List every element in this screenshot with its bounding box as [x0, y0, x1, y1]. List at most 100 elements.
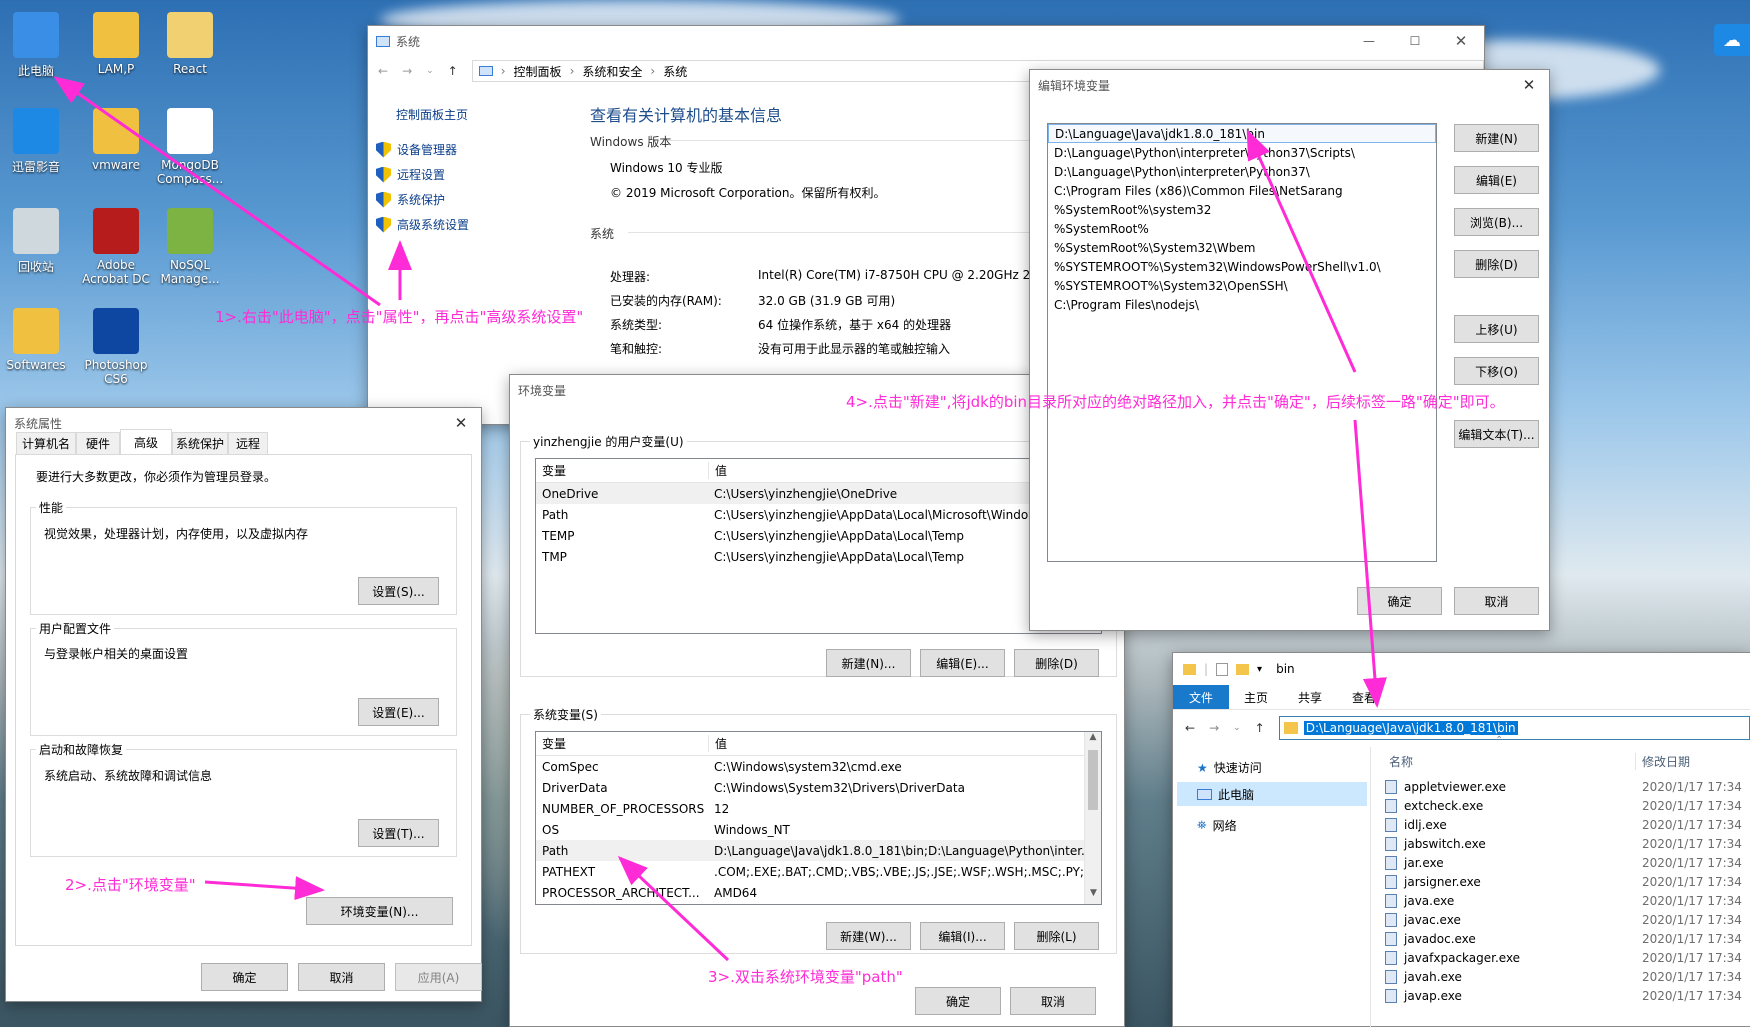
- new-entry-button[interactable]: 新建(N): [1454, 124, 1539, 152]
- file-row[interactable]: jarsigner.exe 2020/1/17 17:34: [1385, 872, 1750, 891]
- table-row[interactable]: OneDrive C:\Users\yinzhengjie\OneDrive: [536, 483, 1101, 504]
- ribbon-tab-home[interactable]: 主页: [1229, 689, 1283, 706]
- path-entry[interactable]: D:\Language\Python\interpreter\Python37\: [1048, 162, 1436, 181]
- desktop-icon[interactable]: 此电脑: [0, 12, 76, 79]
- desktop-icon[interactable]: LAM,P: [76, 12, 156, 76]
- ribbon-tab-view[interactable]: 查看: [1337, 689, 1391, 706]
- file-row[interactable]: javap.exe 2020/1/17 17:34: [1385, 986, 1750, 1005]
- system-vars-table[interactable]: 变量 值 ComSpec C:\Windows\system32\cmd.exe D…: [535, 731, 1102, 905]
- table-row[interactable]: Path C:\Users\yinzhengjie\AppData\Local\M…: [536, 504, 1101, 525]
- move-down-button[interactable]: 下移(O): [1454, 357, 1539, 385]
- address-text[interactable]: D:\Language\Java\jdk1.8.0_181\bin: [1303, 720, 1518, 735]
- chevron-down-icon[interactable]: ⌄: [426, 66, 434, 76]
- close-icon[interactable]: ✕: [1438, 32, 1484, 50]
- path-entry[interactable]: %SystemRoot%: [1048, 219, 1436, 238]
- path-entry[interactable]: D:\Language\Java\jdk1.8.0_181\bin: [1048, 124, 1436, 143]
- file-row[interactable]: idlj.exe 2020/1/17 17:34: [1385, 815, 1750, 834]
- user-new-button[interactable]: 新建(N)...: [826, 649, 911, 677]
- side-link[interactable]: 远程设置: [376, 166, 445, 183]
- path-entry[interactable]: %SystemRoot%\system32: [1048, 200, 1436, 219]
- path-entry[interactable]: C:\Program Files\nodejs\: [1048, 295, 1436, 314]
- scroll-up-icon[interactable]: ▲: [1085, 732, 1101, 748]
- close-icon[interactable]: ✕: [1509, 76, 1549, 94]
- properties-icon[interactable]: [1216, 662, 1229, 676]
- user-delete-button[interactable]: 删除(D): [1014, 649, 1099, 677]
- scroll-thumb[interactable]: [1088, 750, 1098, 810]
- nav-item-this-pc[interactable]: 此电脑: [1177, 782, 1367, 806]
- up-arrow-icon[interactable]: ↑: [1255, 721, 1265, 735]
- desktop-icon[interactable]: vmware: [76, 108, 156, 172]
- address-bar[interactable]: D:\Language\Java\jdk1.8.0_181\bin: [1278, 715, 1750, 740]
- edit-text-button[interactable]: 编辑文本(T)...: [1454, 420, 1539, 448]
- file-row[interactable]: jabswitch.exe 2020/1/17 17:34: [1385, 834, 1750, 853]
- desktop-icon[interactable]: NoSQL Manage...: [150, 208, 230, 286]
- file-row[interactable]: jar.exe 2020/1/17 17:34: [1385, 853, 1750, 872]
- path-entry[interactable]: %SYSTEMROOT%\System32\OpenSSH\: [1048, 276, 1436, 295]
- table-row[interactable]: OS Windows_NT: [536, 819, 1084, 840]
- table-row[interactable]: PROCESSOR_ARCHITECT... AMD64: [536, 882, 1084, 903]
- desktop-icon[interactable]: MongoDB Compass...: [150, 108, 230, 186]
- maximize-icon[interactable]: ☐: [1392, 34, 1438, 48]
- path-entries-list[interactable]: D:\Language\Java\jdk1.8.0_181\bin D:\Lang…: [1047, 123, 1437, 562]
- forward-arrow-icon[interactable]: →: [402, 64, 412, 78]
- ribbon-tab-share[interactable]: 共享: [1283, 689, 1337, 706]
- desktop-icon[interactable]: React: [150, 12, 230, 76]
- side-link[interactable]: 设备管理器: [376, 141, 457, 158]
- ok-button[interactable]: 确定: [201, 963, 288, 991]
- minimize-icon[interactable]: —: [1346, 34, 1392, 48]
- nav-item-network[interactable]: ⛯ 网络: [1197, 817, 1237, 834]
- folder-icon[interactable]: [1236, 663, 1250, 675]
- file-row[interactable]: java.exe 2020/1/17 17:34: [1385, 891, 1750, 910]
- user-vars-table[interactable]: 变量 值 OneDrive C:\Users\yinzhengjie\OneDri…: [535, 458, 1102, 634]
- tab[interactable]: 远程: [228, 432, 268, 454]
- col-name-header[interactable]: 名称: [1385, 753, 1635, 770]
- file-row[interactable]: appletviewer.exe 2020/1/17 17:34: [1385, 777, 1750, 796]
- close-icon[interactable]: ✕: [441, 414, 481, 432]
- table-row[interactable]: Path D:\Language\Java\jdk1.8.0_181\bin;D:…: [536, 840, 1084, 861]
- breadcrumb-item[interactable]: 控制面板: [514, 63, 562, 80]
- col-val-header[interactable]: 值: [709, 462, 727, 479]
- table-row[interactable]: NUMBER_OF_PROCESSORS 12: [536, 798, 1084, 819]
- col-date-header[interactable]: 修改日期: [1635, 752, 1690, 770]
- tab[interactable]: 高级: [120, 429, 172, 454]
- table-row[interactable]: PATHEXT .COM;.EXE;.BAT;.CMD;.VBS;.VBE;.JS…: [536, 861, 1084, 882]
- desktop-icon[interactable]: Softwares: [0, 308, 76, 372]
- chevron-down-icon[interactable]: ⌄: [1233, 723, 1241, 733]
- control-panel-home-link[interactable]: 控制面板主页: [396, 106, 468, 123]
- file-row[interactable]: extcheck.exe 2020/1/17 17:34: [1385, 796, 1750, 815]
- file-row[interactable]: javafxpackager.exe 2020/1/17 17:34: [1385, 948, 1750, 967]
- move-up-button[interactable]: 上移(U): [1454, 315, 1539, 343]
- tab[interactable]: 计算机名: [16, 432, 76, 454]
- up-arrow-icon[interactable]: ↑: [448, 64, 458, 78]
- col-val-header[interactable]: 值: [709, 735, 727, 752]
- edit-entry-button[interactable]: 编辑(E): [1454, 166, 1539, 194]
- table-row[interactable]: TMP C:\Users\yinzhengjie\AppData\Local\Te…: [536, 546, 1101, 567]
- col-var-header[interactable]: 变量: [536, 735, 709, 752]
- delete-entry-button[interactable]: 删除(D): [1454, 250, 1539, 278]
- cloud-widget-icon[interactable]: ☁: [1714, 24, 1750, 56]
- user-profile-settings-button[interactable]: 设置(E)...: [358, 698, 439, 726]
- tab[interactable]: 系统保护: [172, 432, 228, 454]
- table-row[interactable]: ComSpec C:\Windows\system32\cmd.exe: [536, 756, 1084, 777]
- file-row[interactable]: javah.exe 2020/1/17 17:34: [1385, 967, 1750, 986]
- browse-button[interactable]: 浏览(B)...: [1454, 208, 1539, 236]
- side-link[interactable]: 系统保护: [376, 191, 445, 208]
- path-entry[interactable]: %SYSTEMROOT%\System32\WindowsPowerShell\…: [1048, 257, 1436, 276]
- table-row[interactable]: DriverData C:\Windows\System32\Drivers\Dr…: [536, 777, 1084, 798]
- desktop-icon[interactable]: 回收站: [0, 208, 76, 275]
- startup-settings-button[interactable]: 设置(T)...: [358, 819, 439, 847]
- file-row[interactable]: javadoc.exe 2020/1/17 17:34: [1385, 929, 1750, 948]
- desktop-icon[interactable]: Adobe Acrobat DC: [76, 208, 156, 286]
- path-entry[interactable]: %SystemRoot%\System32\Wbem: [1048, 238, 1436, 257]
- desktop-icon[interactable]: 迅雷影音: [0, 108, 76, 175]
- ok-button[interactable]: 确定: [1357, 587, 1442, 615]
- scroll-down-icon[interactable]: ▼: [1085, 888, 1101, 904]
- chevron-down-icon[interactable]: ▾: [1257, 664, 1262, 675]
- ok-button[interactable]: 确定: [915, 987, 1001, 1015]
- file-row[interactable]: javac.exe 2020/1/17 17:34: [1385, 910, 1750, 929]
- forward-arrow-icon[interactable]: →: [1209, 721, 1219, 735]
- vertical-scrollbar[interactable]: ▲ ▼: [1084, 732, 1101, 904]
- nav-item-quick-access[interactable]: ★ 快速访问: [1197, 759, 1262, 776]
- apply-button[interactable]: 应用(A): [395, 963, 482, 991]
- path-entry[interactable]: C:\Program Files (x86)\Common Files\NetS…: [1048, 181, 1436, 200]
